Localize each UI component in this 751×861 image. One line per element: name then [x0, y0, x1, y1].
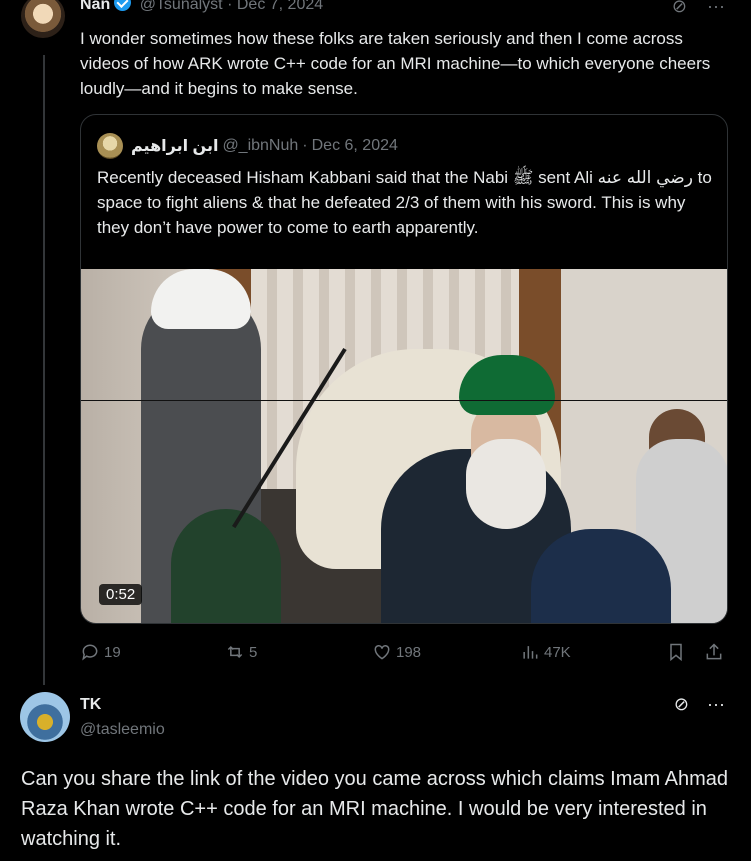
reply-author-handle[interactable]: @tasleemio [80, 721, 165, 739]
more-icon[interactable]: ··· [707, 0, 725, 16]
reply-header-actions: ⊘ ··· [656, 694, 725, 715]
video-duration-badge: 0:52 [99, 584, 143, 605]
views-button[interactable]: 47K [520, 640, 571, 664]
repost-count: 5 [249, 643, 258, 661]
quoted-author-avatar [97, 133, 123, 159]
like-count: 198 [396, 643, 422, 661]
quoted-tweet[interactable]: ابن ابراهيم @_ibnNuh · Dec 6, 2024 Recen… [80, 114, 728, 624]
quoted-author-handle: @_ibnNuh [222, 137, 299, 154]
share-button[interactable] [704, 640, 728, 664]
thread-connector-line [43, 55, 45, 685]
quoted-tweet-header: ابن ابراهيم @_ibnNuh · Dec 6, 2024 [97, 133, 398, 159]
repost-button[interactable]: 5 [225, 640, 257, 664]
like-button[interactable]: 198 [372, 640, 421, 664]
bookmark-button[interactable] [666, 640, 690, 664]
reply-author-name[interactable]: TK [80, 696, 101, 714]
reply-icon [82, 644, 98, 661]
reply-text: Can you share the link of the video you … [21, 768, 728, 850]
quoted-tweet-text: Recently deceased Hisham Kabbani said th… [97, 168, 712, 237]
repost-icon [227, 645, 243, 659]
video-player[interactable]: 0:52 [81, 269, 727, 623]
share-icon [706, 643, 722, 660]
author-handle[interactable]: @Tsunalyst [140, 0, 223, 13]
quoted-author-name: ابن ابراهيم [131, 138, 219, 155]
heart-icon [374, 644, 390, 660]
grok-icon[interactable]: ⊘ [672, 0, 687, 16]
quoted-tweet-date: Dec 6, 2024 [311, 137, 398, 154]
tweet-text: I wonder sometimes how these folks are t… [80, 29, 711, 98]
more-icon[interactable]: ··· [707, 694, 725, 714]
tweet-header: Nan @Tsunalyst · Dec 7, 2024 [80, 0, 323, 14]
author-name[interactable]: Nan [80, 0, 110, 13]
reply-count: 19 [104, 643, 121, 661]
bookmark-icon [670, 643, 682, 662]
video-frame-foreground-person [531, 529, 671, 623]
views-chart-icon [523, 646, 538, 659]
reply-button[interactable]: 19 [80, 640, 121, 664]
video-frame-foreground-cap [171, 509, 281, 623]
grok-icon[interactable]: ⊘ [674, 694, 689, 714]
verified-badge-icon [114, 0, 132, 11]
view-count: 47K [544, 643, 571, 661]
separator-dot: · [227, 0, 233, 13]
separator-dot: · [302, 137, 308, 154]
tweet-header-actions: ⊘ ··· [652, 0, 725, 17]
tweet-date[interactable]: Dec 7, 2024 [237, 0, 323, 13]
reply-author-avatar[interactable] [20, 692, 70, 742]
video-frame-scanline [81, 400, 727, 401]
video-frame-beard [466, 439, 546, 529]
author-avatar[interactable] [21, 0, 65, 38]
tweet-action-bar: 19 5 198 47K [80, 640, 728, 664]
